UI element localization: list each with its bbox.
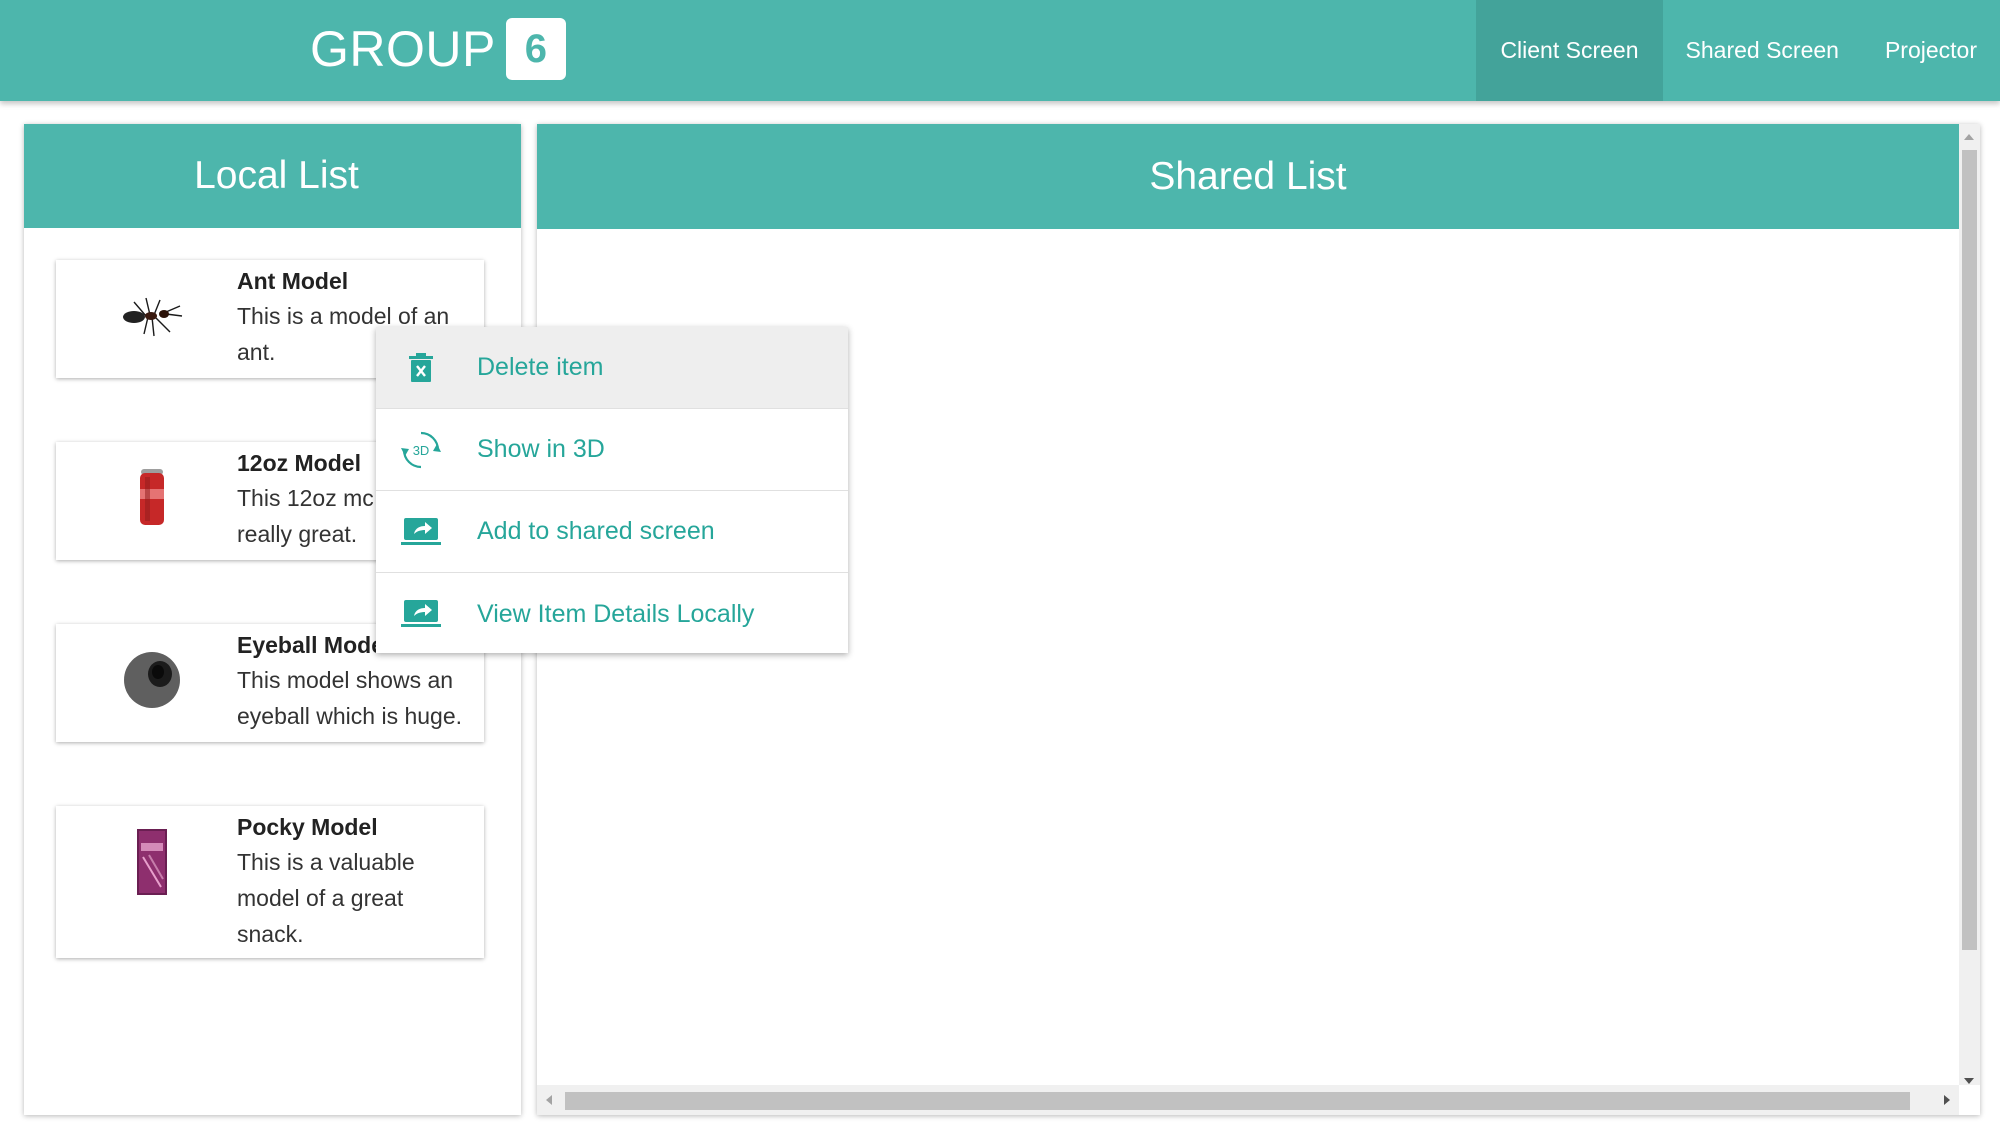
menu-item-label: Delete item xyxy=(477,353,604,381)
shared-list-header: Shared List xyxy=(537,124,1959,229)
local-list-title: Local List xyxy=(194,154,359,197)
scrollbar-corner xyxy=(1959,1085,1980,1115)
screen-share-icon xyxy=(400,593,442,635)
vertical-scrollbar[interactable] xyxy=(1959,124,1980,1094)
item-title: Ant Model xyxy=(237,268,349,294)
shared-list-title: Shared List xyxy=(1149,154,1347,198)
item-description: This model shows an xyxy=(237,667,454,693)
menu-item-label: Add to shared screen xyxy=(477,517,715,545)
nav-projector[interactable]: Projector xyxy=(1862,0,2000,101)
item-description: This is a valuable xyxy=(237,849,415,875)
top-nav: Client Screen Shared Screen Projector xyxy=(1476,0,2000,101)
menu-item-delete[interactable]: Delete item xyxy=(376,327,848,409)
item-description: snack. xyxy=(237,921,304,947)
scroll-up-arrow-icon[interactable] xyxy=(1964,134,1974,140)
nav-shared-screen[interactable]: Shared Screen xyxy=(1663,0,1862,101)
scroll-right-arrow-icon[interactable] xyxy=(1944,1095,1950,1105)
eyeball-icon xyxy=(116,644,188,716)
screen-share-icon xyxy=(400,511,442,553)
svg-text:3D: 3D xyxy=(413,443,430,458)
brand-text: GROUP xyxy=(310,21,496,77)
menu-item-show-3d[interactable]: 3D Show in 3D xyxy=(376,409,848,491)
ant-icon xyxy=(116,280,188,352)
scroll-down-arrow-icon[interactable] xyxy=(1964,1078,1974,1084)
menu-item-view-details[interactable]: View Item Details Locally xyxy=(376,573,848,655)
brand-logo[interactable]: GROUP 6 xyxy=(310,17,566,81)
scroll-left-arrow-icon[interactable] xyxy=(546,1095,552,1105)
horizontal-scrollbar[interactable] xyxy=(537,1085,1959,1115)
item-description: eyeball which is huge. xyxy=(237,703,463,729)
list-item-pocky-model[interactable]: Pocky Model This is a valuable model of … xyxy=(56,806,484,958)
local-list-header: Local List xyxy=(24,124,521,228)
menu-item-add-to-shared[interactable]: Add to shared screen xyxy=(376,491,848,573)
horizontal-scroll-thumb[interactable] xyxy=(565,1092,1910,1110)
soda-can-icon xyxy=(116,462,188,534)
top-app-bar: GROUP 6 Client Screen Shared Screen Proj… xyxy=(0,0,2000,101)
rotate-3d-icon: 3D xyxy=(400,429,442,471)
nav-client-screen[interactable]: Client Screen xyxy=(1476,0,1663,101)
menu-item-label: Show in 3D xyxy=(477,435,605,463)
item-title: Pocky Model xyxy=(237,814,378,840)
pocky-box-icon xyxy=(116,826,188,898)
item-description: model of a great xyxy=(237,885,404,911)
menu-item-label: View Item Details Locally xyxy=(477,599,755,628)
trash-icon xyxy=(400,347,442,389)
item-context-menu: Delete item 3D Show in 3D Add to shared … xyxy=(376,327,848,653)
brand-badge: 6 xyxy=(505,18,566,80)
vertical-scroll-thumb[interactable] xyxy=(1962,150,1977,950)
